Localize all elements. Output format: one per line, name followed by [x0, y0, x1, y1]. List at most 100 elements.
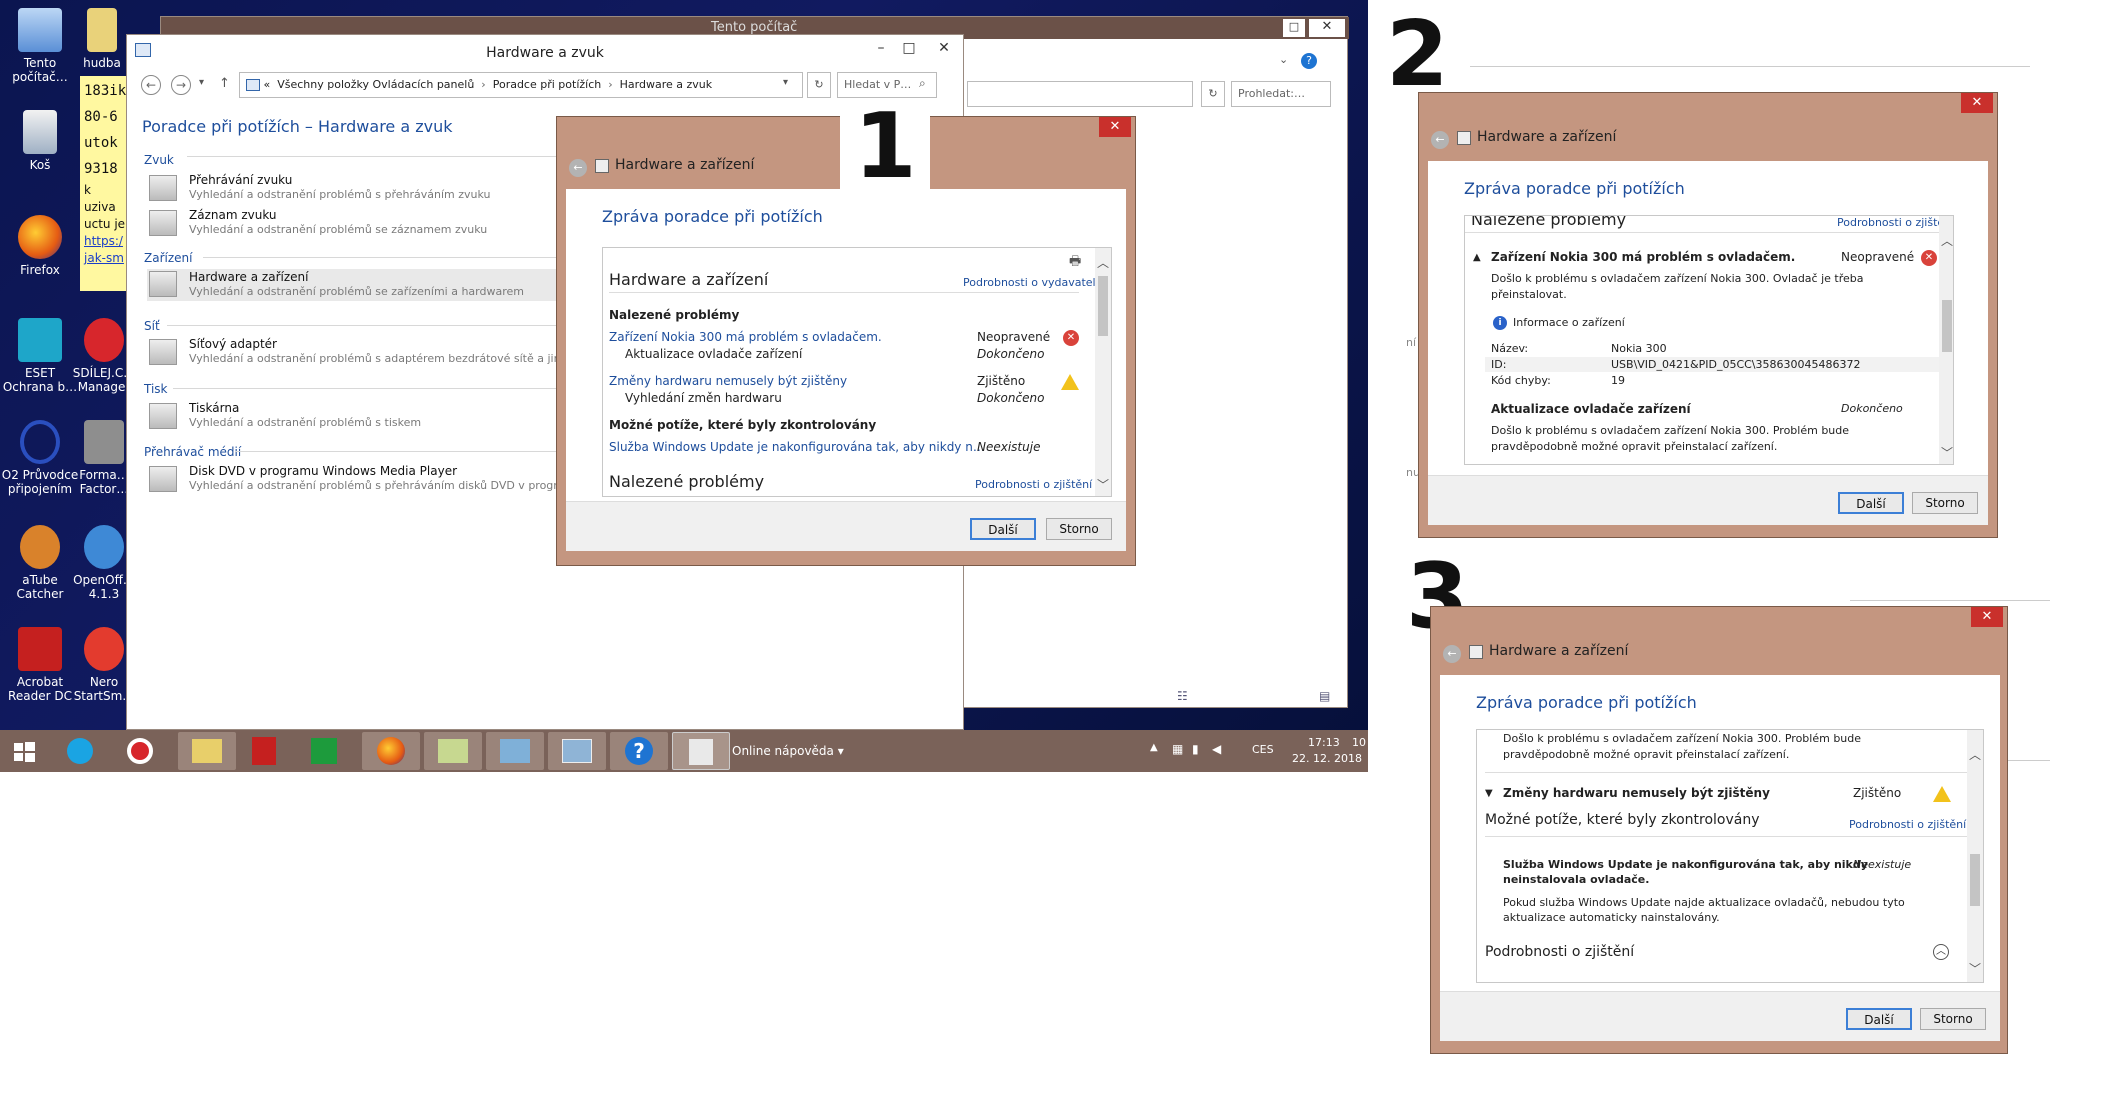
- desktop-icon-acrobat[interactable]: Acrobat Reader DC: [0, 627, 80, 703]
- explorer-address-bar[interactable]: [967, 81, 1193, 107]
- taskbar-app-maps[interactable]: [424, 732, 482, 770]
- up-arrow-icon[interactable]: ↑: [219, 76, 230, 91]
- scroll-down-icon[interactable]: ﹀: [1969, 960, 1981, 977]
- taskbar-store[interactable]: [302, 732, 346, 770]
- network-icon[interactable]: ▦: [1172, 742, 1183, 756]
- back-arrow-icon[interactable]: ←: [1431, 131, 1449, 149]
- maximize-button[interactable]: □: [897, 39, 921, 59]
- scrollbar[interactable]: ︿ ﹀: [1939, 216, 1953, 464]
- collapse-triangle-icon[interactable]: ▲: [1473, 252, 1481, 263]
- note-link[interactable]: https:/: [84, 234, 123, 248]
- back-arrow-icon[interactable]: ←: [1443, 645, 1461, 663]
- close-button[interactable]: ✕: [929, 39, 959, 59]
- info-icon: i: [1493, 316, 1507, 330]
- refresh-icon[interactable]: ↻: [1201, 81, 1225, 107]
- detection-details-link[interactable]: Podrobnosti o zjištění: [1837, 216, 1953, 229]
- details-view-icon[interactable]: ☷: [1177, 689, 1188, 703]
- address-bar[interactable]: « Všechny položky Ovládacích panelů › Po…: [239, 72, 803, 98]
- address-dropdown-icon[interactable]: ▾: [783, 77, 788, 88]
- scrollbar[interactable]: ︿ ﹀: [1095, 248, 1111, 496]
- note-link[interactable]: jak-sm: [84, 251, 124, 265]
- windows-update-link[interactable]: Služba Windows Update je nakonfigurována…: [609, 440, 985, 454]
- back-arrow-icon[interactable]: ←: [569, 159, 587, 177]
- scroll-up-icon[interactable]: ︿: [1097, 254, 1109, 271]
- taskbar-firefox[interactable]: [362, 732, 420, 770]
- online-help-toolbar[interactable]: Online nápověda ▾: [732, 744, 844, 758]
- refresh-icon[interactable]: ↻: [807, 72, 831, 98]
- taskbar-app-photos[interactable]: [486, 732, 544, 770]
- start-button[interactable]: [2, 732, 46, 770]
- maximize-button[interactable]: □: [1283, 19, 1305, 37]
- scrollbar-thumb[interactable]: [1098, 276, 1108, 336]
- scroll-down-icon[interactable]: ﹀: [1097, 476, 1109, 493]
- desktop-icon-eset[interactable]: ESET Ochrana b…: [0, 318, 80, 394]
- taskbar-help[interactable]: ?: [610, 732, 668, 770]
- scrollbar-thumb[interactable]: [1942, 300, 1952, 352]
- cancel-button[interactable]: Storno: [1046, 518, 1112, 540]
- sticky-note[interactable]: 183ik 80-6 utok 9318 k uziva uctu je htt…: [80, 76, 130, 291]
- scrollbar-thumb[interactable]: [1970, 854, 1980, 906]
- next-button[interactable]: Další: [1838, 492, 1904, 514]
- breadcrumb-all-items[interactable]: Všechny položky Ovládacích panelů: [277, 78, 474, 91]
- desktop-icon-o2[interactable]: O2 Průvodce připojením: [0, 420, 80, 496]
- expand-triangle-icon[interactable]: ▼: [1485, 788, 1493, 799]
- desktop-icon-label: Tento počítač…: [12, 56, 68, 84]
- item-description: Vyhledání a odstranění problémů s přehrá…: [189, 479, 583, 492]
- detection-details-link[interactable]: Podrobnosti o zjištění: [975, 478, 1092, 491]
- collapse-section-icon[interactable]: ︿: [1933, 944, 1949, 960]
- explorer-search[interactable]: Prohledat:…: [1231, 81, 1331, 107]
- breadcrumb-troubleshooting[interactable]: Poradce při potížích: [493, 78, 602, 91]
- taskbar-acrobat[interactable]: [242, 732, 286, 770]
- scrollbar[interactable]: ︿ ﹀: [1967, 730, 1983, 982]
- desktop-icon-atube[interactable]: aTube Catcher: [0, 525, 80, 601]
- scroll-up-icon[interactable]: ︿: [1941, 232, 1953, 249]
- notification-count[interactable]: 10: [1352, 736, 1366, 749]
- forward-arrow-icon[interactable]: →: [171, 75, 191, 95]
- clock-date[interactable]: 22. 12. 2018: [1292, 752, 1362, 765]
- detection-details-link[interactable]: Podrobnosti o zjištění: [1849, 818, 1966, 831]
- publisher-details-link[interactable]: Podrobnosti o vydavateli: [963, 276, 1099, 289]
- desktop-icon-hudba[interactable]: hudba: [72, 8, 132, 70]
- signal-icon[interactable]: ▮: [1192, 742, 1199, 756]
- troubleshooter-dialog-2[interactable]: ✕ ← Hardware a zařízení Zpráva poradce p…: [1418, 92, 1998, 538]
- cancel-button[interactable]: Storno: [1912, 492, 1978, 514]
- hardware-changes-link[interactable]: Změny hardwaru nemusely být zjištěny: [609, 374, 847, 388]
- dialog-footer: Další Storno: [1440, 991, 2000, 1041]
- taskbar-sdilej[interactable]: [118, 732, 162, 770]
- scroll-up-icon[interactable]: ︿: [1969, 746, 1981, 763]
- scroll-down-icon[interactable]: ﹀: [1941, 444, 1953, 461]
- taskbar-explorer[interactable]: [178, 732, 236, 770]
- recent-locations-chevron-icon[interactable]: ▾: [199, 77, 204, 88]
- minimize-button[interactable]: –: [869, 39, 893, 59]
- problem-link[interactable]: Zařízení Nokia 300 má problém s ovladače…: [609, 330, 882, 344]
- desktop-icon-recycle-bin[interactable]: Koš: [0, 110, 80, 172]
- volume-icon[interactable]: ◀: [1212, 742, 1221, 756]
- language-indicator[interactable]: CES: [1252, 743, 1274, 756]
- taskbar-troubleshooter[interactable]: [672, 732, 730, 770]
- desktop-icon-firefox[interactable]: Firefox: [0, 215, 80, 277]
- tiles-view-icon[interactable]: ▤: [1319, 689, 1330, 703]
- help-icon[interactable]: ?: [1301, 53, 1317, 69]
- chevron-down-icon[interactable]: ⌄: [1279, 53, 1288, 66]
- breadcrumb-overflow[interactable]: «: [264, 78, 271, 91]
- dialog-content: Zpráva poradce při potížích Došlo k prob…: [1440, 675, 2000, 1041]
- back-arrow-icon[interactable]: ←: [141, 75, 161, 95]
- close-button[interactable]: ✕: [1099, 117, 1131, 137]
- dialog-title: Hardware a zařízení: [615, 157, 755, 173]
- taskbar-skype[interactable]: [58, 732, 102, 770]
- clock-time[interactable]: 17:13: [1308, 736, 1340, 749]
- next-button[interactable]: Další: [970, 518, 1036, 540]
- breadcrumb-hardware-sound[interactable]: Hardware a zvuk: [620, 78, 712, 91]
- show-hidden-icons-icon[interactable]: ▲: [1150, 742, 1158, 753]
- close-button[interactable]: ✕: [1961, 93, 1993, 113]
- cancel-button[interactable]: Storno: [1920, 1008, 1986, 1030]
- troubleshooter-dialog-3[interactable]: ✕ ← Hardware a zařízení Zpráva poradce p…: [1430, 606, 2008, 1054]
- desktop-icon-computer[interactable]: Tento počítač…: [0, 8, 80, 84]
- report-heading: Zpráva poradce při potížích: [1464, 179, 1685, 198]
- close-button[interactable]: ✕: [1309, 19, 1345, 37]
- taskbar-control-panel[interactable]: [548, 732, 606, 770]
- printer-icon[interactable]: 🖶: [1069, 252, 1081, 274]
- close-button[interactable]: ✕: [1971, 607, 2003, 627]
- desktop-icon-label: O2 Průvodce připojením: [1, 468, 79, 496]
- next-button[interactable]: Další: [1846, 1008, 1912, 1030]
